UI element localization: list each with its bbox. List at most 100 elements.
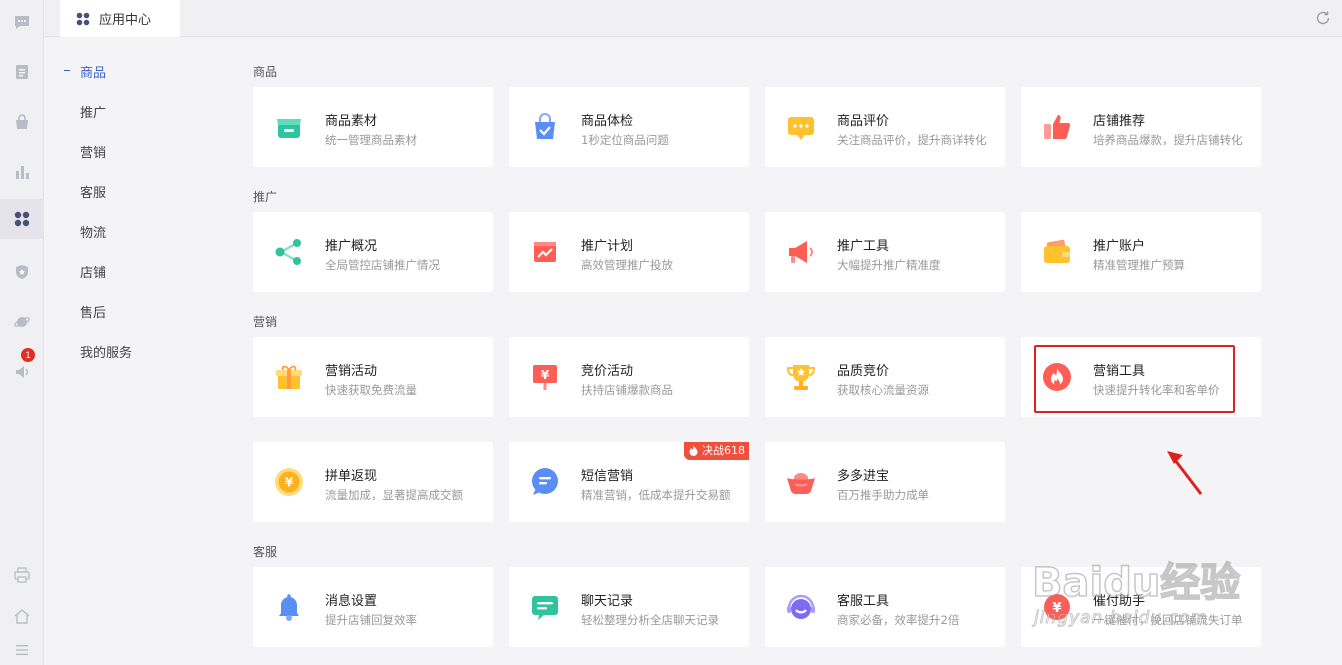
section-title-goods: 商品 bbox=[253, 65, 278, 79]
app-card-service-tools[interactable]: 客服工具 商家必备，效率提升2倍 bbox=[765, 567, 1005, 647]
card-title: 拼单返现 bbox=[325, 469, 378, 484]
yen-flag-icon: ¥ bbox=[533, 365, 557, 390]
tab-app-center[interactable]: 应用中心 bbox=[60, 0, 180, 37]
app-card-goods-checkup[interactable]: 商品体检 1秒定位商品问题 bbox=[509, 87, 749, 167]
notification-badge: 1 bbox=[21, 348, 35, 362]
card-title: 营销活动 bbox=[325, 364, 378, 379]
rail-planet[interactable] bbox=[0, 302, 44, 342]
card-description: 快速获取免费流量 bbox=[325, 383, 417, 397]
app-card-duoduo-jinbao[interactable]: 多多进宝 百万推手助力成单 bbox=[765, 442, 1005, 522]
category-nav: 商品 推广 营销 客服 物流 店铺 售后 我的服务 bbox=[44, 38, 234, 665]
card-title: 竞价活动 bbox=[581, 364, 634, 379]
rail-announcements[interactable]: 1 bbox=[0, 348, 44, 392]
card-title: 商品评价 bbox=[837, 114, 890, 129]
card-description: 培养商品爆款，提升店铺转化 bbox=[1093, 133, 1243, 147]
nav-item-store[interactable]: 店铺 bbox=[80, 262, 106, 281]
shield-star-icon bbox=[16, 265, 28, 279]
trend-icon bbox=[534, 242, 556, 262]
nav-item-my-services[interactable]: 我的服务 bbox=[80, 342, 132, 361]
card-description: 提升店铺回复效率 bbox=[325, 613, 417, 627]
card-description: 大幅提升推广精准度 bbox=[837, 258, 941, 272]
promo-badge: 决战618 bbox=[684, 442, 749, 460]
card-title: 短信营销 bbox=[581, 469, 634, 484]
card-title: 客服工具 bbox=[837, 594, 890, 609]
highlight-box bbox=[1034, 345, 1235, 413]
promo-badge-label: 决战618 bbox=[702, 444, 745, 457]
rail-menu[interactable] bbox=[0, 630, 44, 665]
app-card-promotion-tools[interactable]: 推广工具 大幅提升推广精准度 bbox=[765, 212, 1005, 292]
nav-item-promotion[interactable]: 推广 bbox=[80, 102, 106, 121]
nav-item-logistics[interactable]: 物流 bbox=[80, 222, 106, 241]
red-arrow-icon bbox=[1167, 451, 1203, 495]
app-card-group-cashback[interactable]: ¥ 拼单返现 流量加成，显著提高成交额 bbox=[253, 442, 493, 522]
fire-icon bbox=[689, 445, 698, 456]
rail-shield[interactable] bbox=[0, 252, 44, 292]
watermark-brand: Baidu经验 bbox=[1031, 559, 1241, 607]
printer-icon bbox=[14, 567, 30, 583]
app-card-promotion-account[interactable]: 推广账户 精准管理推广预算 bbox=[1021, 212, 1261, 292]
card-title: 推广计划 bbox=[581, 239, 634, 254]
thumbs-up-icon bbox=[1044, 115, 1071, 139]
bag-check-icon bbox=[535, 113, 555, 139]
app-card-promotion-overview[interactable]: 推广概况 全局管控店铺推广情况 bbox=[253, 212, 493, 292]
section-title-marketing: 营销 bbox=[253, 315, 278, 329]
card-title: 品质竞价 bbox=[837, 364, 890, 379]
rail-data[interactable] bbox=[0, 152, 44, 192]
megaphone-icon bbox=[789, 241, 813, 263]
home-icon bbox=[14, 609, 30, 624]
active-indicator bbox=[64, 70, 70, 71]
app-card-chat-records[interactable]: 聊天记录 轻松整理分析全店聊天记录 bbox=[509, 567, 749, 647]
app-card-message-settings[interactable]: 消息设置 提升店铺回复效率 bbox=[253, 567, 493, 647]
card-description: 扶持店铺爆款商品 bbox=[581, 383, 673, 397]
planet-icon bbox=[14, 317, 30, 327]
card-title: 推广工具 bbox=[837, 239, 890, 254]
message-icon bbox=[532, 468, 558, 495]
app-grid-icon bbox=[14, 211, 30, 227]
wallet-icon bbox=[1044, 239, 1070, 263]
nav-item-goods[interactable]: 商品 bbox=[64, 62, 106, 81]
app-card-quality-bidding[interactable]: 品质竞价 获取核心流量资源 bbox=[765, 337, 1005, 417]
rail-messages[interactable] bbox=[0, 2, 44, 42]
card-title: 推广账户 bbox=[1093, 239, 1146, 254]
watermark-url: jingyan.baidu.com bbox=[1034, 608, 1208, 629]
trophy-icon bbox=[786, 365, 816, 390]
app-card-goods-reviews[interactable]: 商品评价 关注商品评价，提升商详转化 bbox=[765, 87, 1005, 167]
card-description: 商家必备，效率提升2倍 bbox=[837, 613, 960, 627]
card-description: 流量加成，显著提高成交额 bbox=[325, 488, 463, 502]
icon-rail: 1 bbox=[0, 0, 44, 665]
rail-goods[interactable] bbox=[0, 102, 44, 142]
card-title: 推广概况 bbox=[325, 239, 378, 254]
app-card-store-recommend[interactable]: 店铺推荐 培养商品爆款，提升店铺转化 bbox=[1021, 87, 1261, 167]
card-title: 聊天记录 bbox=[581, 594, 634, 609]
app-card-promotion-plan[interactable]: 推广计划 高效管理推广投放 bbox=[509, 212, 749, 292]
card-description: 高效管理推广投放 bbox=[581, 258, 673, 272]
tab-label: 应用中心 bbox=[99, 13, 152, 28]
refresh-icon[interactable] bbox=[1314, 9, 1332, 27]
card-description: 获取核心流量资源 bbox=[837, 383, 929, 397]
card-title: 消息设置 bbox=[325, 594, 378, 609]
document-icon bbox=[16, 65, 28, 79]
svg-text:¥: ¥ bbox=[285, 476, 294, 490]
card-title: 多多进宝 bbox=[837, 469, 890, 484]
rail-app-center[interactable] bbox=[0, 199, 44, 239]
app-card-marketing-activity[interactable]: 营销活动 快速获取免费流量 bbox=[253, 337, 493, 417]
gift-icon bbox=[276, 365, 302, 389]
rail-print[interactable] bbox=[0, 555, 44, 595]
baidu-jingyan-watermark: Baidu经验 jingyan.baidu.com bbox=[1030, 540, 1270, 640]
section-title-promotion: 推广 bbox=[253, 190, 278, 204]
hamburger-icon bbox=[16, 645, 28, 655]
app-grid-icon bbox=[76, 12, 90, 25]
card-description: 轻松整理分析全店聊天记录 bbox=[581, 613, 719, 627]
nav-item-after-sales[interactable]: 售后 bbox=[80, 302, 106, 321]
app-card-bidding-activity[interactable]: ¥ 竞价活动 扶持店铺爆款商品 bbox=[509, 337, 749, 417]
nav-item-customer-service[interactable]: 客服 bbox=[80, 182, 106, 201]
nav-item-marketing[interactable]: 营销 bbox=[80, 142, 106, 161]
app-card-sms-marketing[interactable]: 短信营销 精准营销，低成本提升交易额 决战618 bbox=[509, 442, 749, 522]
card-title: 商品体检 bbox=[581, 114, 634, 129]
card-description: 精准管理推广预算 bbox=[1093, 258, 1185, 272]
card-description: 全局管控店铺推广情况 bbox=[325, 258, 440, 272]
rail-orders[interactable] bbox=[0, 52, 44, 92]
share-icon bbox=[275, 239, 301, 265]
app-card-goods-material[interactable]: 商品素材 统一管理商品素材 bbox=[253, 87, 493, 167]
card-title: 商品素材 bbox=[325, 114, 378, 129]
